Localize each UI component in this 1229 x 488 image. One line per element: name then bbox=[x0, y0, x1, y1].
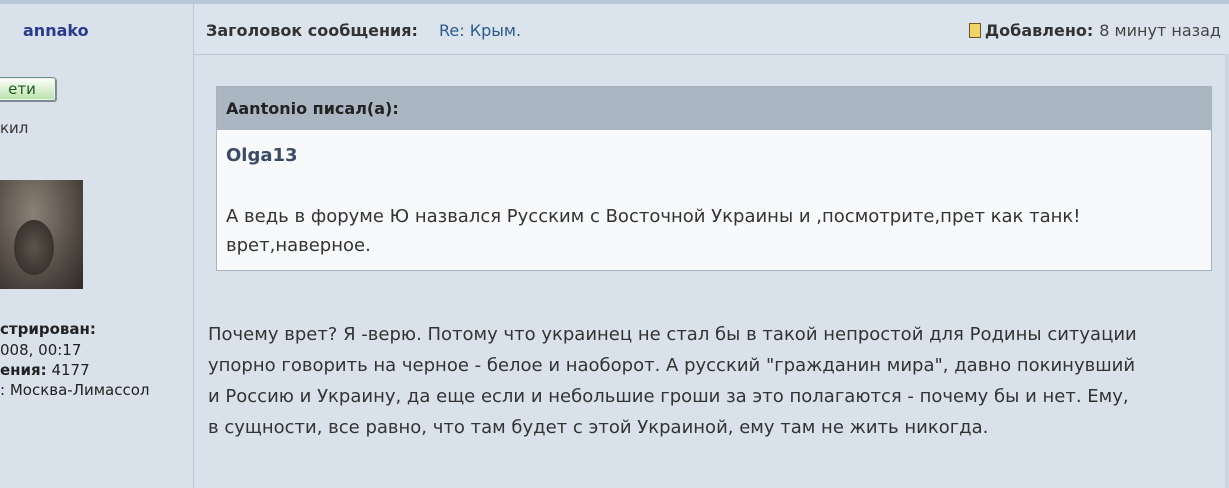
posts-label: ения: bbox=[0, 361, 47, 379]
post-added: Добавлено: 8 минут назад bbox=[968, 21, 1221, 40]
posts-count: ения: 4177 bbox=[0, 361, 90, 379]
post-text-line: и Россию и Украину, да еще если и неболь… bbox=[208, 386, 1129, 407]
quote-header: Aantonio писал(а): bbox=[217, 87, 1211, 130]
subject-label: Заголовок сообщения: bbox=[206, 21, 418, 40]
added-time: 8 минут назад bbox=[1099, 21, 1221, 40]
quote-text-line: врет,наверное. bbox=[226, 235, 371, 256]
quote-box: Aantonio писал(а): Olga13 А ведь в форум… bbox=[216, 86, 1212, 271]
quote-author: Olga13 bbox=[226, 145, 298, 166]
registered-label: стрирован: bbox=[0, 320, 96, 338]
added-label: Добавлено: bbox=[984, 21, 1094, 40]
location-value: : Москва-Лимассол bbox=[0, 381, 150, 399]
posts-value: 4177 bbox=[51, 361, 90, 379]
post-text-line: Почему врет? Я -верю. Потому что украине… bbox=[208, 324, 1137, 345]
post-body: Почему врет? Я -верю. Потому что украине… bbox=[208, 319, 1218, 443]
quote-text-line: А ведь в форуме Ю назвался Русским с Вос… bbox=[226, 206, 1081, 227]
post-link-icon[interactable] bbox=[968, 23, 981, 38]
author-role: кил bbox=[0, 119, 29, 137]
post-text-line: упорно говорить на черное - белое и наоб… bbox=[208, 355, 1136, 376]
add-friend-button[interactable]: ети bbox=[0, 77, 56, 101]
author-username[interactable]: annako bbox=[23, 21, 89, 40]
avatar bbox=[0, 180, 83, 289]
scroll-edge bbox=[1225, 54, 1229, 488]
subject-link[interactable]: Re: Крым. bbox=[439, 21, 521, 40]
quote-text: А ведь в форуме Ю назвался Русским с Вос… bbox=[226, 202, 1196, 260]
registered-value: 008, 00:17 bbox=[0, 341, 82, 359]
post-text-line: в сущности, все равно, что там будет с э… bbox=[208, 417, 989, 438]
